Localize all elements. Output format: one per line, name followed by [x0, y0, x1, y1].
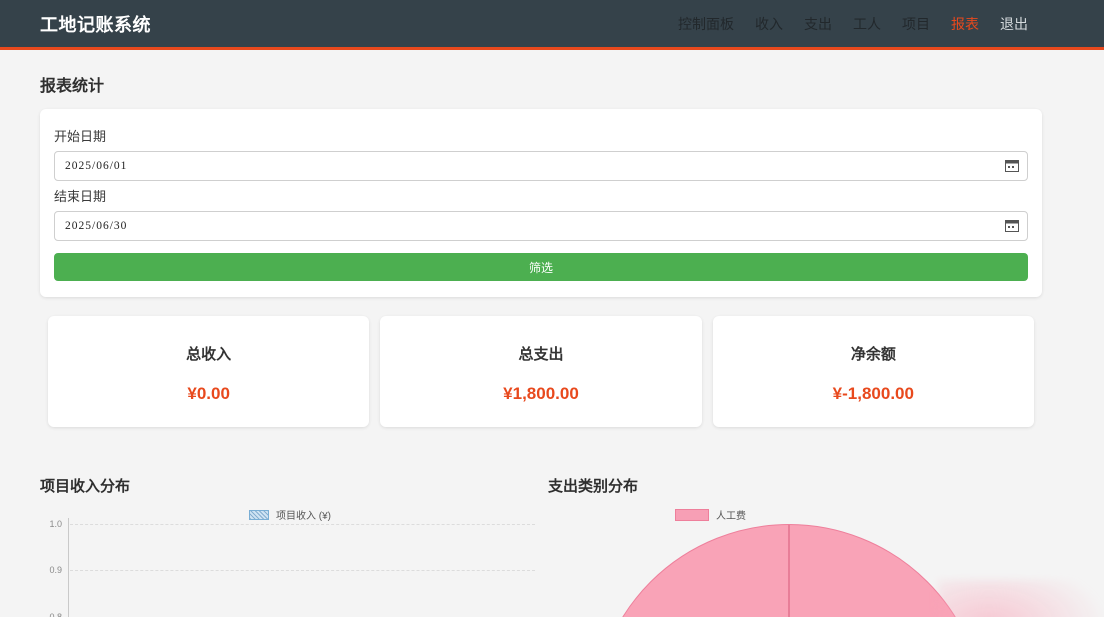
nav-item-income[interactable]: 收入	[755, 16, 783, 32]
date-filter-card: 开始日期 结束日期 筛选	[40, 109, 1042, 297]
nav-item-expense[interactable]: 支出	[804, 16, 832, 32]
nav-item-logout[interactable]: 退出	[1000, 16, 1028, 32]
income-chart-y-axis	[68, 518, 69, 617]
start-date-label: 开始日期	[54, 126, 1028, 145]
income-chart-legend[interactable]: 项目收入 (¥)	[249, 507, 331, 522]
summary-cards-row: 总收入 ¥0.00 总支出 ¥1,800.00 净余额 ¥-1,800.00	[48, 316, 1034, 427]
end-date-input[interactable]	[54, 211, 1028, 241]
y-tick: 1.0	[30, 519, 62, 529]
pie-slice-divider	[788, 525, 790, 617]
total-income-card: 总收入 ¥0.00	[48, 316, 369, 427]
nav-item-dashboard[interactable]: 控制面板	[678, 16, 734, 32]
income-legend-swatch	[249, 510, 269, 520]
y-tick: 0.8	[30, 612, 62, 617]
top-navbar: 工地记账系统 控制面板 收入 支出 工人 项目 报表 退出	[0, 0, 1104, 50]
start-date-wrap	[54, 151, 1028, 181]
calendar-icon[interactable]	[1005, 159, 1019, 172]
nav-links: 控制面板 收入 支出 工人 项目 报表 退出	[678, 14, 1028, 34]
expense-legend-swatch	[675, 509, 709, 521]
pie-glow	[938, 580, 1104, 617]
expense-chart-title: 支出类别分布	[548, 475, 638, 496]
app-title: 工地记账系统	[40, 11, 151, 37]
nav-item-workers[interactable]: 工人	[853, 16, 881, 32]
gridline	[70, 570, 535, 571]
main-nav: 控制面板 收入 支出 工人 项目 报表 退出	[678, 14, 1028, 34]
end-date-label: 结束日期	[54, 186, 1028, 205]
total-income-value: ¥0.00	[48, 384, 369, 404]
charts-row: 项目收入分布 项目收入 (¥) 1.0 0.9 0.8 支出类别分布 人工费	[0, 468, 1104, 617]
income-chart-title: 项目收入分布	[40, 475, 130, 496]
main-content: 报表统计 开始日期 结束日期 筛选 总收入	[0, 72, 1104, 427]
end-date-wrap	[54, 211, 1028, 241]
net-balance-card: 净余额 ¥-1,800.00	[713, 316, 1034, 427]
y-tick: 0.9	[30, 565, 62, 575]
net-balance-title: 净余额	[713, 343, 1034, 364]
total-expense-title: 总支出	[380, 343, 701, 364]
page-title: 报表统计	[40, 72, 1042, 96]
nav-item-reports[interactable]: 报表	[951, 16, 979, 32]
filter-button[interactable]: 筛选	[54, 253, 1028, 281]
total-income-title: 总收入	[48, 343, 369, 364]
calendar-icon[interactable]	[1005, 219, 1019, 232]
gridline	[70, 524, 535, 525]
total-expense-value: ¥1,800.00	[380, 384, 701, 404]
nav-item-projects[interactable]: 项目	[902, 16, 930, 32]
start-date-input[interactable]	[54, 151, 1028, 181]
total-expense-card: 总支出 ¥1,800.00	[380, 316, 701, 427]
expense-legend-label: 人工费	[716, 507, 746, 522]
income-legend-label: 项目收入 (¥)	[276, 507, 331, 522]
net-balance-value: ¥-1,800.00	[713, 384, 1034, 404]
expense-chart-legend[interactable]: 人工费	[675, 507, 746, 522]
